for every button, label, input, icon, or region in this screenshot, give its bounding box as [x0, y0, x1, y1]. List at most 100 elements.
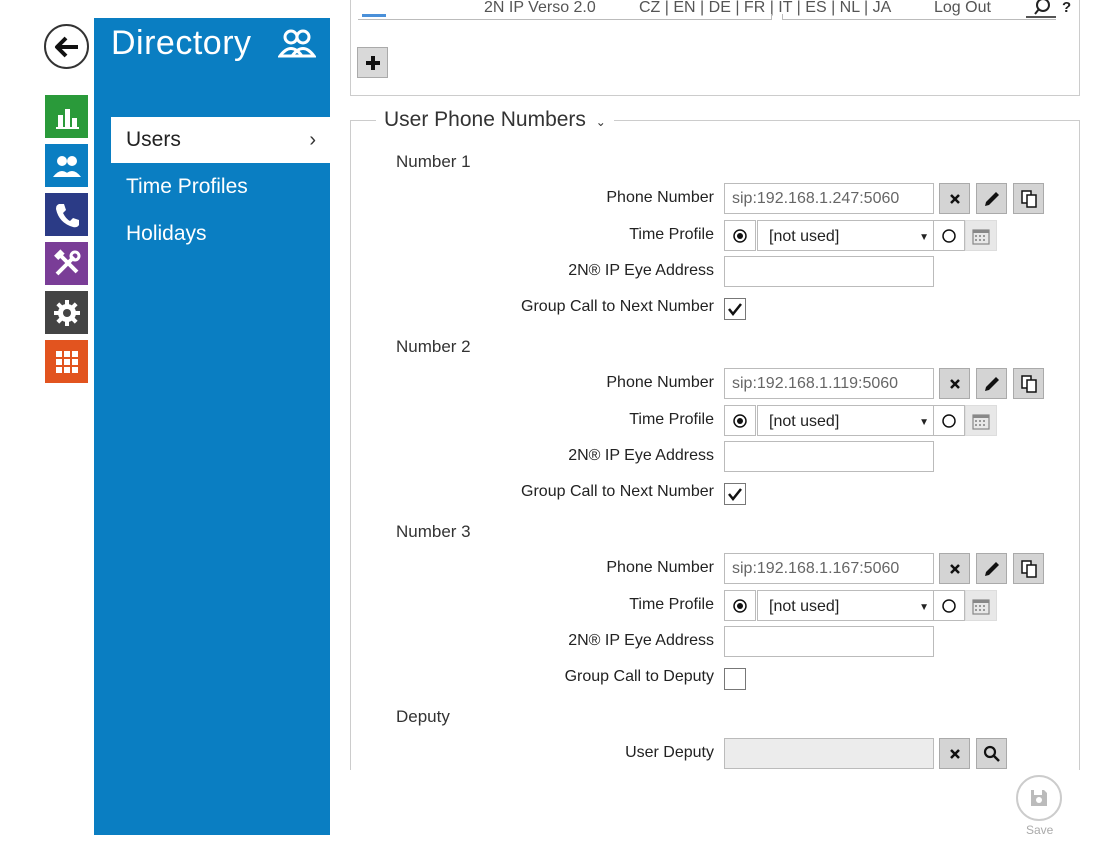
- number-2-title: Number 2: [396, 337, 471, 356]
- add-button[interactable]: [357, 47, 388, 78]
- gear-icon: [53, 299, 80, 326]
- time-profile-2-custom-radio[interactable]: [933, 405, 965, 436]
- edit-phone-3-button[interactable]: [976, 553, 1007, 584]
- calendar-icon: [972, 598, 990, 615]
- rail-system[interactable]: [45, 291, 88, 334]
- copy-phone-3-button[interactable]: [1013, 553, 1044, 584]
- time-profile-3-custom-radio[interactable]: [933, 590, 965, 621]
- group-call-label: Group Call to Next Number: [521, 298, 714, 315]
- time-profile-label: Time Profile: [629, 226, 714, 243]
- group-call-label: Group Call to Next Number: [521, 483, 714, 500]
- chevron-down-icon: ⌄: [595, 115, 606, 129]
- sidebar-item-label: Users: [126, 128, 181, 151]
- divider: [782, 14, 1056, 20]
- ip-eye-label: 2N® IP Eye Address: [568, 632, 714, 649]
- group-call-deputy-label: Group Call to Deputy: [564, 668, 714, 685]
- user-deputy-input[interactable]: [724, 738, 934, 769]
- back-button[interactable]: [44, 24, 89, 69]
- divider: [358, 14, 772, 20]
- users-icon: [278, 29, 316, 58]
- pencil-icon: [984, 191, 999, 206]
- sidebar-item-time-profiles[interactable]: Time Profiles: [111, 164, 330, 210]
- radio-empty-icon: [942, 413, 956, 428]
- clear-phone-3-button[interactable]: [939, 553, 970, 584]
- rail-status[interactable]: [45, 95, 88, 138]
- calendar-2-button[interactable]: [965, 405, 997, 436]
- copy-icon: [1020, 374, 1037, 393]
- edit-phone-1-button[interactable]: [976, 183, 1007, 214]
- bar-chart-icon: [55, 108, 79, 129]
- sidebar-title: Directory: [111, 24, 252, 62]
- chevron-right-icon: ›: [309, 129, 316, 151]
- sidebar-item-users[interactable]: Users ›: [111, 117, 330, 163]
- calendar-3-button[interactable]: [965, 590, 997, 621]
- ip-eye-label: 2N® IP Eye Address: [568, 447, 714, 464]
- phone-number-label: Phone Number: [606, 189, 714, 206]
- time-profile-label: Time Profile: [629, 596, 714, 613]
- close-icon: [949, 193, 960, 204]
- phone-number-1-input[interactable]: sip:192.168.1.247:5060: [724, 183, 934, 214]
- save-label: Save: [1026, 823, 1054, 837]
- grid-icon: [55, 350, 78, 373]
- search-icon: [983, 745, 1000, 762]
- ip-eye-label: 2N® IP Eye Address: [568, 262, 714, 279]
- radio-empty-icon: [942, 228, 956, 243]
- time-profile-2-select-radio[interactable]: [724, 405, 756, 436]
- pencil-icon: [984, 376, 999, 391]
- phone-number-label: Phone Number: [606, 559, 714, 576]
- calendar-1-button[interactable]: [965, 220, 997, 251]
- close-icon: [949, 748, 960, 759]
- group-call-2-checkbox[interactable]: [724, 483, 746, 505]
- copy-phone-2-button[interactable]: [1013, 368, 1044, 399]
- copy-icon: [1020, 559, 1037, 578]
- section-title[interactable]: User Phone Numbers ⌄: [376, 108, 614, 132]
- copy-phone-1-button[interactable]: [1013, 183, 1044, 214]
- arrow-left-icon: [54, 36, 78, 57]
- edit-phone-2-button[interactable]: [976, 368, 1007, 399]
- phone-number-3-input[interactable]: sip:192.168.1.167:5060: [724, 553, 934, 584]
- time-profile-1-select[interactable]: [not used] ▼: [757, 220, 935, 251]
- clear-phone-2-button[interactable]: [939, 368, 970, 399]
- deputy-title: Deputy: [396, 707, 450, 726]
- sidebar-item-label: Holidays: [126, 222, 207, 245]
- dropdown-arrow-icon: ▼: [919, 232, 929, 243]
- time-profile-2-select[interactable]: [not used] ▼: [757, 405, 935, 436]
- divider: [362, 14, 386, 17]
- rail-directory[interactable]: [45, 144, 88, 187]
- plus-icon: [365, 55, 380, 70]
- ip-eye-3-input[interactable]: [724, 626, 934, 657]
- phone-number-2-input[interactable]: sip:192.168.1.119:5060: [724, 368, 934, 399]
- group-call-1-checkbox[interactable]: [724, 298, 746, 320]
- radio-selected-icon: [733, 228, 747, 243]
- save-button[interactable]: [1016, 775, 1062, 821]
- sidebar-item-label: Time Profiles: [126, 175, 248, 198]
- group-call-deputy-checkbox[interactable]: [724, 668, 746, 690]
- time-profile-1-custom-radio[interactable]: [933, 220, 965, 251]
- time-profile-1-select-radio[interactable]: [724, 220, 756, 251]
- ip-eye-1-input[interactable]: [724, 256, 934, 287]
- number-3-title: Number 3: [396, 522, 471, 541]
- rail-hardware[interactable]: [45, 242, 88, 285]
- time-profile-3-select[interactable]: [not used] ▼: [757, 590, 935, 621]
- calendar-icon: [972, 228, 990, 245]
- copy-icon: [1020, 189, 1037, 208]
- sidebar-item-holidays[interactable]: Holidays: [111, 211, 330, 257]
- checkmark-icon: [728, 488, 742, 502]
- radio-selected-icon: [733, 413, 747, 428]
- close-icon: [949, 378, 960, 389]
- search-deputy-button[interactable]: [976, 738, 1007, 769]
- rail-services[interactable]: [45, 193, 88, 236]
- clear-phone-1-button[interactable]: [939, 183, 970, 214]
- radio-empty-icon: [942, 598, 956, 613]
- user-deputy-label: User Deputy: [625, 744, 714, 761]
- time-profile-label: Time Profile: [629, 411, 714, 428]
- dropdown-arrow-icon: ▼: [919, 602, 929, 613]
- clear-deputy-button[interactable]: [939, 738, 970, 769]
- rail-maintenance[interactable]: [45, 340, 88, 383]
- sidebar: Directory Users › Time Profiles Holidays: [94, 18, 330, 835]
- phone-icon: [55, 203, 79, 227]
- ip-eye-2-input[interactable]: [724, 441, 934, 472]
- calendar-icon: [972, 413, 990, 430]
- time-profile-3-select-radio[interactable]: [724, 590, 756, 621]
- phone-number-label: Phone Number: [606, 374, 714, 391]
